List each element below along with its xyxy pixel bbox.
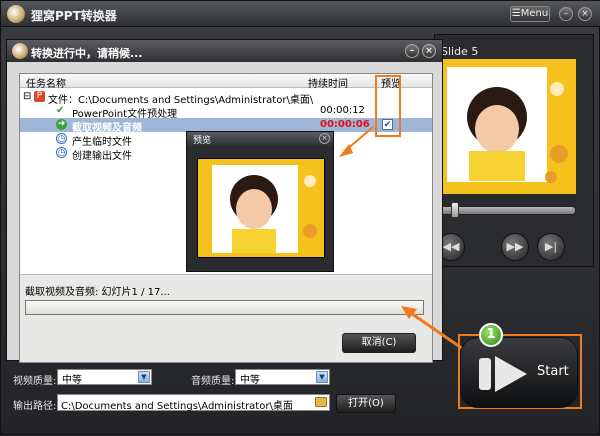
audio-quality-label: 音频质量:: [191, 376, 235, 387]
video-quality-label: 视频质量:: [13, 376, 57, 387]
video-quality-select[interactable]: 中等 ▼: [57, 369, 152, 386]
output-path-label: 输出路径:: [13, 401, 57, 412]
chevron-down-icon[interactable]: ▼: [138, 371, 150, 383]
audio-quality-select[interactable]: 中等 ▼: [235, 369, 330, 386]
output-path-value: C:\Documents and Settings\Administrator\…: [61, 401, 293, 412]
app-window: 狸窝PPT转换器 ☰Menu – × Slide 5 ◀◀ ▶▶ ▶| 转换进行…: [0, 0, 600, 435]
folder-icon[interactable]: [315, 397, 327, 407]
video-quality-value: 中等: [62, 375, 82, 386]
step-badge: 1: [479, 323, 503, 347]
open-button[interactable]: 打开(O): [336, 394, 396, 413]
start-label: Start: [537, 364, 569, 379]
output-path-field[interactable]: C:\Documents and Settings\Administrator\…: [57, 394, 330, 412]
chevron-down-icon[interactable]: ▼: [316, 371, 328, 383]
audio-quality-value: 中等: [240, 375, 260, 386]
